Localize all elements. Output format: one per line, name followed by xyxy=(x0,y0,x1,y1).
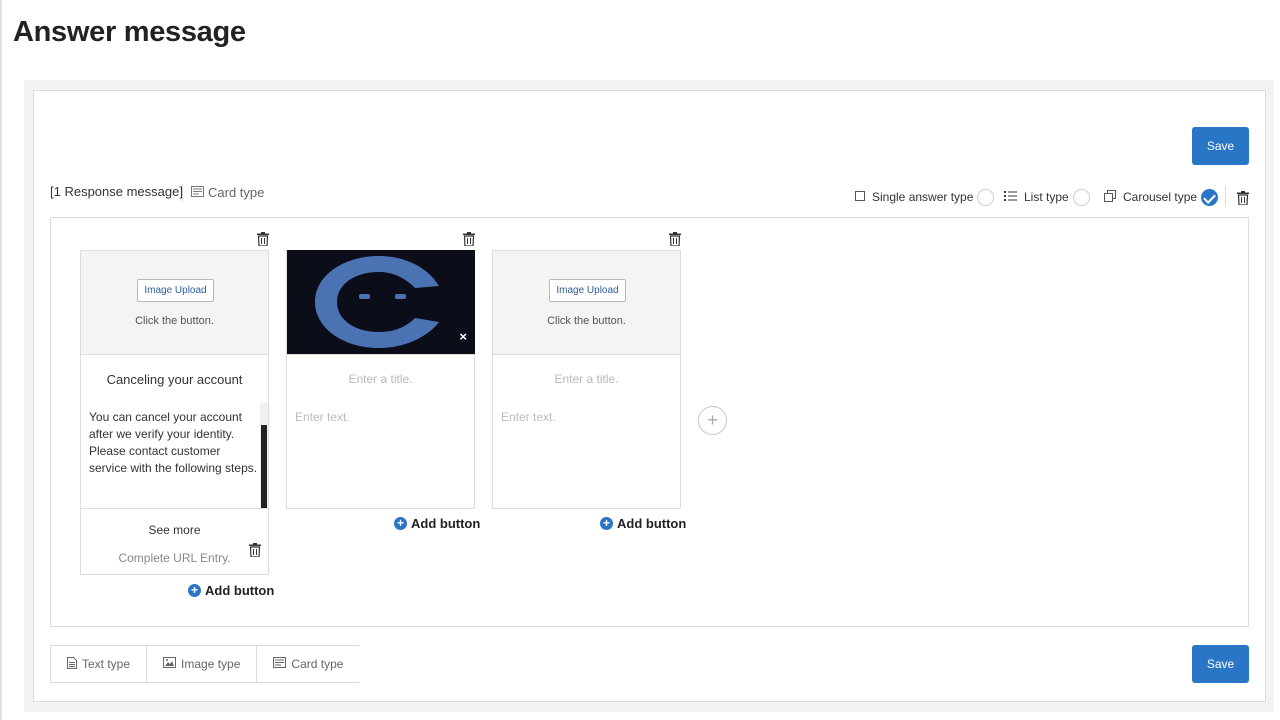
delete-response-trash-icon[interactable] xyxy=(1237,191,1249,205)
tab-label: Text type xyxy=(82,657,131,671)
carousel-type-option[interactable]: Carousel type xyxy=(1104,186,1219,208)
list-type-label: List type xyxy=(1024,190,1069,204)
scrollbar[interactable] xyxy=(260,403,268,508)
upload-hint: Click the button. xyxy=(547,315,626,327)
carousel-type-label: Carousel type xyxy=(1123,190,1198,204)
card-title-input[interactable]: Canceling your account xyxy=(81,355,268,403)
document-icon xyxy=(67,656,77,672)
copy-icon xyxy=(1104,189,1116,205)
card-image-area: Image Upload Click the button. xyxy=(81,251,268,355)
page-title: Answer message xyxy=(13,16,246,48)
card-type-text: Card type xyxy=(208,185,265,200)
image-upload-button[interactable]: Image Upload xyxy=(549,279,626,302)
card-title-input[interactable]: Enter a title. xyxy=(287,355,474,403)
add-message-type-tabs: Text type Image type Card type xyxy=(50,645,360,683)
tab-text-type[interactable]: Text type xyxy=(51,646,148,682)
tab-label: Card type xyxy=(291,657,344,671)
save-button-top[interactable]: Save xyxy=(1192,127,1249,165)
card-text-input[interactable]: Enter text. xyxy=(287,403,474,508)
delete-card-1-trash-icon[interactable] xyxy=(257,232,269,246)
plus-circle-icon: + xyxy=(600,517,613,530)
remove-image-icon[interactable]: × xyxy=(459,329,467,344)
card-text-content: You can cancel your account after we ver… xyxy=(89,410,258,475)
card-button-label[interactable]: See more xyxy=(81,523,268,537)
add-button-label: Add button xyxy=(205,583,275,598)
scrollbar-thumb[interactable] xyxy=(261,425,267,508)
carousel-type-radio[interactable] xyxy=(1201,188,1219,206)
plus-circle-icon: + xyxy=(394,517,407,530)
card-type-label: Card type xyxy=(191,185,264,200)
card-image-area: Image Upload Click the button. xyxy=(493,251,680,355)
chat-logo-image xyxy=(287,250,475,354)
single-answer-type-option[interactable]: Single answer type xyxy=(855,186,995,208)
carousel-card-3: Image Upload Click the button. Enter a t… xyxy=(492,250,681,509)
divider xyxy=(1225,186,1226,206)
carousel-card-1: Image Upload Click the button. Canceling… xyxy=(80,250,269,575)
page-edge xyxy=(0,0,2,720)
single-answer-type-label: Single answer type xyxy=(872,190,974,204)
save-button-bottom[interactable]: Save xyxy=(1192,645,1249,683)
add-card-button[interactable]: + xyxy=(698,406,727,435)
tab-label: Image type xyxy=(181,657,241,671)
divider xyxy=(182,184,183,201)
image-icon xyxy=(163,657,177,671)
image-upload-button[interactable]: Image Upload xyxy=(137,279,214,302)
card-icon xyxy=(273,657,287,671)
card-text-input[interactable]: Enter text. xyxy=(493,403,680,508)
add-button-card-3[interactable]: + Add button xyxy=(600,516,686,531)
tab-image-type[interactable]: Image type xyxy=(147,646,258,682)
card-title-input[interactable]: Enter a title. xyxy=(493,355,680,403)
plus-circle-icon: + xyxy=(188,584,201,597)
checkbox-icon xyxy=(855,190,865,204)
card-button-item: See more Complete URL Entry. xyxy=(81,508,268,574)
delete-card-2-trash-icon[interactable] xyxy=(463,232,475,246)
delete-button-trash-icon[interactable] xyxy=(249,543,261,557)
delete-card-3-trash-icon[interactable] xyxy=(669,232,681,246)
card-text-input[interactable]: You can cancel your account after we ver… xyxy=(81,403,268,508)
response-message-label: [1 Response message] xyxy=(50,184,183,199)
add-button-label: Add button xyxy=(617,516,687,531)
single-answer-type-radio[interactable] xyxy=(977,188,995,206)
upload-hint: Click the button. xyxy=(135,315,214,327)
add-button-card-1[interactable]: + Add button xyxy=(188,583,274,598)
list-type-option[interactable]: List type xyxy=(1004,186,1090,208)
add-button-label: Add button xyxy=(411,516,481,531)
list-icon xyxy=(1004,190,1017,204)
tab-card-type[interactable]: Card type xyxy=(257,646,360,682)
list-type-radio[interactable] xyxy=(1072,188,1090,206)
card-button-url[interactable]: Complete URL Entry. xyxy=(81,551,268,565)
uploaded-image-preview: × xyxy=(287,250,475,354)
add-button-card-2[interactable]: + Add button xyxy=(394,516,480,531)
card-icon xyxy=(191,185,204,200)
